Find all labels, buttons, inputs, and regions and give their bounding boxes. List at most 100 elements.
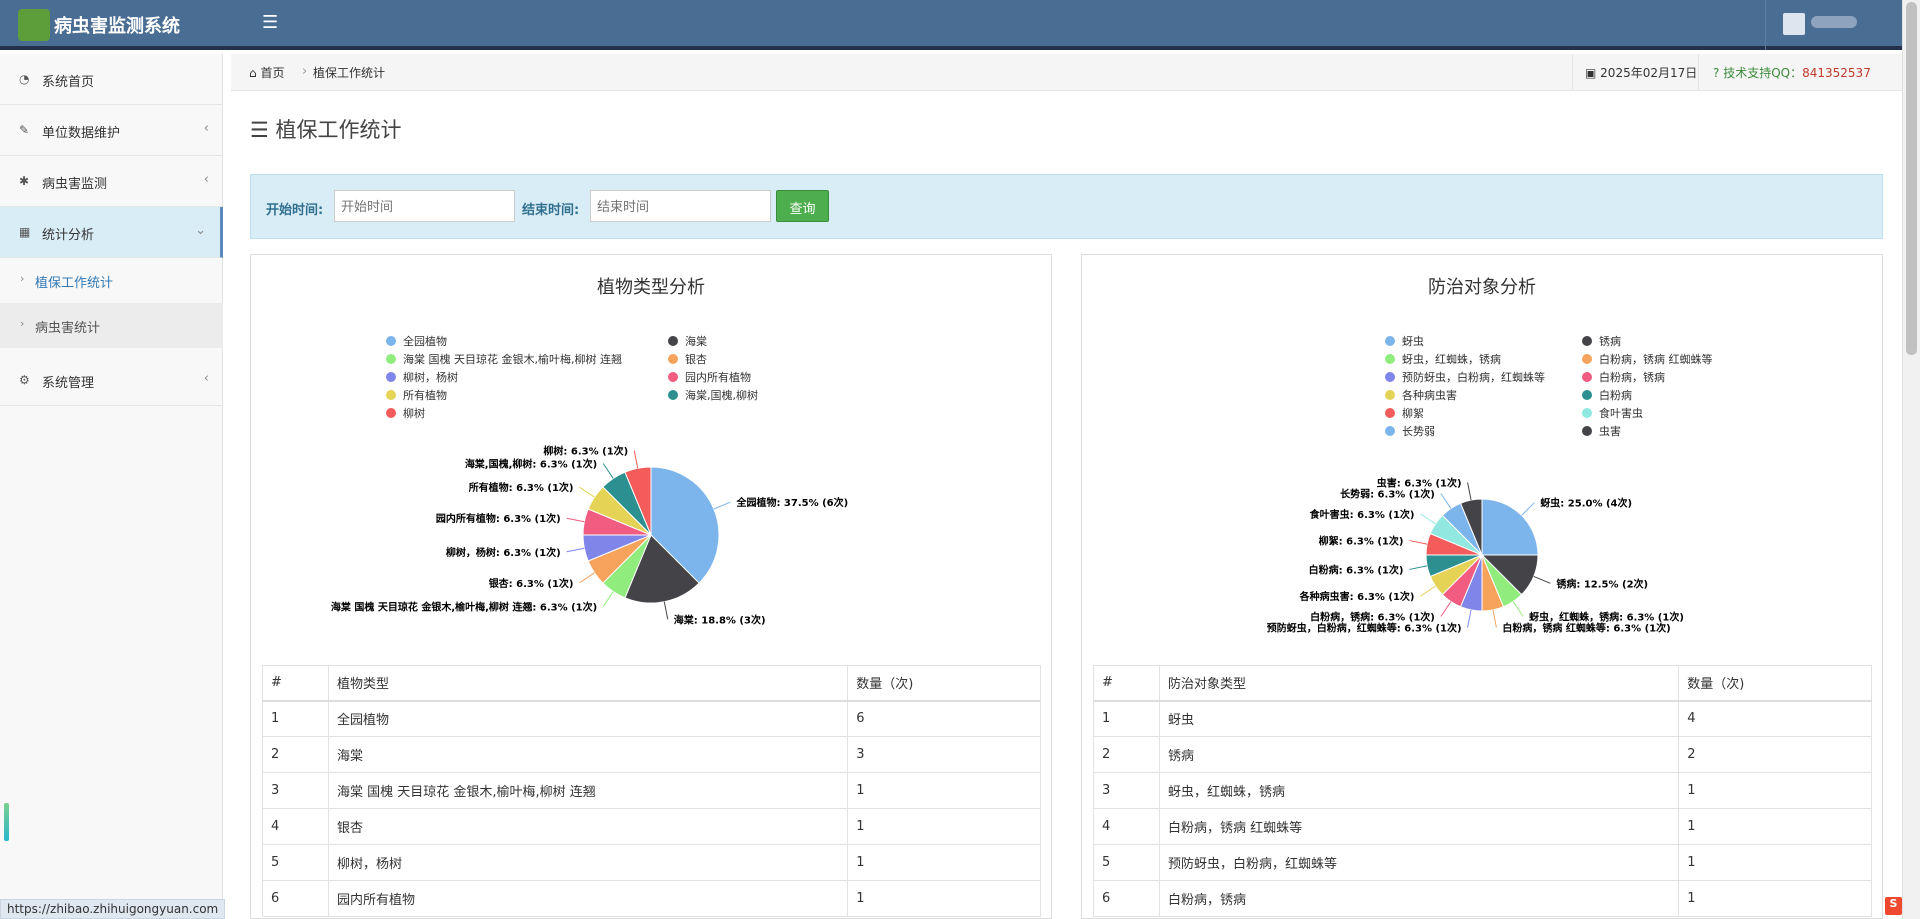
legend-item[interactable]: 锈病 bbox=[1599, 334, 1621, 348]
end-time-input[interactable] bbox=[590, 190, 771, 222]
pie-data-label: 蚜虫: 25.0% (4次) bbox=[1540, 497, 1632, 510]
plant-type-table: # 植物类型 数量（次) 1 全园植物 6 2 海棠 3 3 海棠 国槐 天目琼花 金银木,榆叶梅,… bbox=[262, 665, 1041, 917]
table-row: 6 园内所有植物 1 bbox=[262, 880, 1041, 917]
user-menu[interactable] bbox=[1765, 0, 1884, 50]
legend-item[interactable]: 银杏 bbox=[685, 352, 707, 366]
query-button[interactable]: 查询 bbox=[776, 190, 829, 222]
legend-item[interactable]: 柳树，杨树 bbox=[403, 370, 458, 384]
table-cell: 蚜虫 bbox=[1158, 700, 1680, 737]
legend-marker bbox=[386, 354, 396, 364]
scrollbar[interactable] bbox=[1902, 0, 1920, 919]
table-cell: 1 bbox=[847, 880, 1041, 917]
sidebar-item-system[interactable]: ⚙ 系统管理 ‹ bbox=[0, 355, 223, 406]
user-name-blurred bbox=[1811, 16, 1857, 28]
table-cell: 银杏 bbox=[327, 808, 849, 845]
pie-data-label: 锈病: 12.5% (2次) bbox=[1556, 577, 1648, 590]
sidebar-subitem-pest-stats[interactable]: › 病虫害统计 bbox=[0, 303, 223, 348]
scrollbar-thumb[interactable] bbox=[1906, 2, 1917, 355]
sidebar-item-pest-monitor[interactable]: ✱ 病虫害监测 ‹ bbox=[0, 156, 223, 207]
pie-label-connector bbox=[1533, 575, 1551, 584]
pie-data-label: 园内所有植物: 6.3% (1次) bbox=[436, 512, 561, 525]
pie-data-label: 海棠: 18.8% (3次) bbox=[674, 613, 766, 626]
legend-item[interactable]: 柳絮 bbox=[1402, 406, 1424, 420]
sidebar-item-label: 系统首页 bbox=[42, 75, 95, 90]
table-header-row: # 防治对象类型 数量（次) bbox=[1093, 665, 1872, 702]
sidebar-item-label: 系统管理 bbox=[42, 376, 95, 391]
table-cell: 柳树，杨树 bbox=[327, 844, 849, 881]
sidebar-subitem-label: 植保工作统计 bbox=[35, 276, 114, 291]
pie-label-connector bbox=[1440, 493, 1452, 509]
table-row: 1 全园植物 6 bbox=[262, 700, 1041, 737]
sidebar-item-home[interactable]: ◔ 系统首页 bbox=[0, 54, 223, 105]
pie-label-connector bbox=[1420, 585, 1436, 597]
legend-item[interactable]: 海棠 bbox=[685, 334, 707, 348]
legend-marker bbox=[668, 372, 678, 382]
legend-marker bbox=[1385, 426, 1395, 436]
legend-item[interactable]: 园内所有植物 bbox=[685, 370, 751, 384]
list-icon: ☰ bbox=[250, 118, 269, 142]
legend-item[interactable]: 全园植物 bbox=[403, 334, 447, 348]
legend-item[interactable]: 蚜虫，红蜘蛛，锈病 bbox=[1402, 352, 1501, 366]
pie-data-label: 所有植物: 6.3% (1次) bbox=[469, 481, 574, 494]
chevron-right-icon: › bbox=[20, 272, 25, 285]
hamburger-icon[interactable]: ☰ bbox=[262, 12, 278, 33]
pie-label-connector bbox=[1409, 540, 1428, 545]
table-row: 2 锈病 2 bbox=[1093, 736, 1872, 773]
target-table: # 防治对象类型 数量（次) 1 蚜虫 4 2 锈病 2 3 蚜虫，红蜘蛛，锈病 1 4 白粉病，锈病 红… bbox=[1093, 665, 1872, 917]
chart-title: 植物类型分析 bbox=[597, 277, 705, 298]
table-row: 5 柳树，杨树 1 bbox=[262, 844, 1041, 881]
table-row: 3 蚜虫，红蜘蛛，锈病 1 bbox=[1093, 772, 1872, 809]
table-cell: 海棠 国槐 天目琼花 金银木,榆叶梅,柳树 连翘 bbox=[327, 772, 849, 809]
pie-label-connector bbox=[1467, 609, 1472, 628]
legend-item[interactable]: 柳树 bbox=[403, 406, 425, 420]
legend-marker bbox=[668, 336, 678, 346]
legend-item[interactable]: 虫害 bbox=[1599, 424, 1621, 438]
legend-item[interactable]: 食叶害虫 bbox=[1599, 406, 1643, 420]
browser-extension-icon[interactable]: S bbox=[1885, 897, 1902, 915]
start-time-label: 开始时间: bbox=[266, 203, 324, 218]
sidebar-item-statistics[interactable]: ▦ 统计分析 ⌄ bbox=[0, 207, 223, 258]
table-header-row: # 植物类型 数量（次) bbox=[262, 665, 1041, 702]
table-row: 6 白粉病，锈病 1 bbox=[1093, 880, 1872, 917]
legend-item[interactable]: 海棠,国槐,柳树 bbox=[685, 388, 758, 402]
support-info: ? 技术支持QQ：841352537 bbox=[1698, 54, 1888, 91]
sidebar-item-unit-data[interactable]: ✎ 单位数据维护 ‹ bbox=[0, 105, 223, 156]
breadcrumb-home[interactable]: ⌂ 首页 bbox=[249, 64, 284, 81]
table-cell: 4 bbox=[1093, 808, 1160, 845]
app-title: 病虫害监测系统 bbox=[54, 16, 180, 37]
legend-marker bbox=[1582, 372, 1592, 382]
table-cell: 白粉病，锈病 红蜘蛛等 bbox=[1158, 808, 1680, 845]
pie-label-connector bbox=[566, 517, 585, 523]
table-cell: 4 bbox=[1678, 700, 1872, 737]
sidebar-subitem-plant-protection[interactable]: › 植保工作统计 bbox=[0, 258, 223, 303]
pie-label-connector bbox=[1420, 513, 1436, 525]
legend-item[interactable]: 所有植物 bbox=[403, 388, 447, 402]
pie-data-label: 各种病虫害: 6.3% (1次) bbox=[1299, 590, 1415, 603]
legend-marker bbox=[386, 390, 396, 400]
pie-label-connector bbox=[579, 572, 595, 584]
column-header: 数量（次) bbox=[1678, 665, 1872, 702]
gears-icon: ⚙ bbox=[19, 373, 30, 387]
legend-marker bbox=[386, 408, 396, 418]
legend-marker bbox=[1385, 408, 1395, 418]
start-time-input[interactable] bbox=[334, 190, 515, 222]
table-cell: 白粉病，锈病 bbox=[1158, 880, 1680, 917]
legend-item[interactable]: 预防蚜虫，白粉病，红蜘蛛等 bbox=[1402, 370, 1545, 384]
dashboard-icon: ◔ bbox=[19, 72, 30, 86]
table-cell: 蚜虫，红蜘蛛，锈病 bbox=[1158, 772, 1680, 809]
legend-item[interactable]: 白粉病，锈病 红蜘蛛等 bbox=[1599, 352, 1713, 366]
legend-item[interactable]: 蚜虫 bbox=[1402, 334, 1424, 348]
table-cell: 1 bbox=[1093, 700, 1160, 737]
legend-item[interactable]: 白粉病 bbox=[1599, 388, 1632, 402]
legend-item[interactable]: 长势弱 bbox=[1402, 425, 1435, 438]
legend-item[interactable]: 海棠 国槐 天目琼花 金银木,榆叶梅,柳树 连翘 bbox=[403, 352, 622, 366]
target-panel: 防治对象分析 蚜虫 锈病 蚜虫，红蜘蛛，锈病 白粉病，锈病 红蜘蛛等 预防蚜虫，白粉病，… bbox=[1081, 254, 1883, 919]
table-row: 5 预防蚜虫，白粉病，红蜘蛛等 1 bbox=[1093, 844, 1872, 881]
edit-icon: ✎ bbox=[19, 123, 30, 137]
legend-marker bbox=[1385, 390, 1395, 400]
table-cell: 5 bbox=[262, 844, 329, 881]
legend-item[interactable]: 各种病虫害 bbox=[1402, 388, 1457, 402]
column-header: 数量（次) bbox=[847, 665, 1041, 702]
legend-item[interactable]: 白粉病，锈病 bbox=[1599, 370, 1665, 384]
sidebar-item-label: 统计分析 bbox=[42, 228, 95, 243]
